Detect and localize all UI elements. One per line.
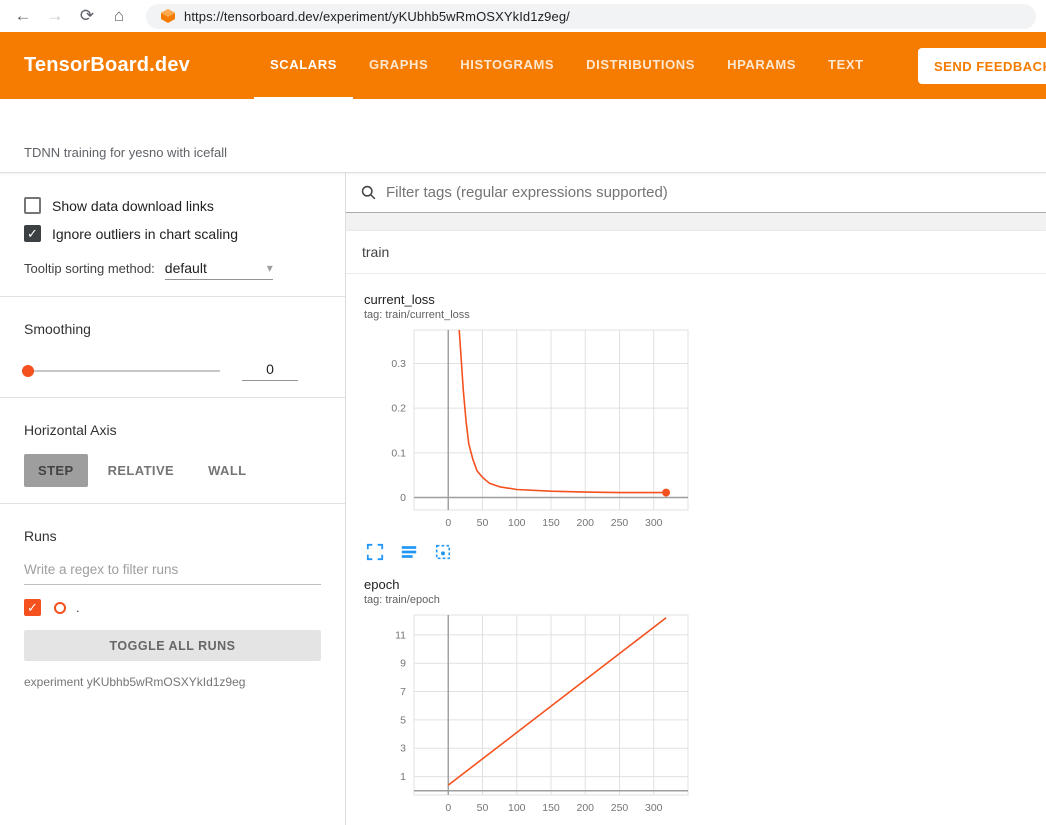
- show-download-links-label: Show data download links: [52, 198, 214, 214]
- search-icon: [360, 184, 377, 201]
- svg-text:150: 150: [542, 517, 560, 529]
- tab-text[interactable]: TEXT: [812, 32, 880, 99]
- svg-text:200: 200: [576, 517, 594, 529]
- charts-grid: current_loss tag: train/current_loss 0 0.…: [346, 274, 1046, 825]
- chart-title: current_loss: [364, 292, 700, 307]
- slider-thumb[interactable]: [22, 365, 34, 377]
- tooltip-sorting-row: Tooltip sorting method: default ▾: [24, 260, 321, 280]
- data-table-icon[interactable]: [400, 543, 418, 561]
- ignore-outliers-label: Ignore outliers in chart scaling: [52, 226, 238, 242]
- run-name: .: [76, 600, 80, 615]
- ignore-outliers-checkbox-row[interactable]: ✓ Ignore outliers in chart scaling: [24, 225, 321, 242]
- tensorboard-favicon: [160, 8, 176, 24]
- url-text: https://tensorboard.dev/experiment/yKUbh…: [184, 9, 570, 24]
- scalars-main-panel: train current_loss tag: train/current_lo…: [346, 173, 1046, 825]
- smoothing-label: Smoothing: [24, 321, 321, 337]
- train-group-card: train current_loss tag: train/current_lo…: [346, 231, 1046, 825]
- divider: [0, 397, 345, 398]
- checkbox-checked-icon[interactable]: ✓: [24, 225, 41, 242]
- experiment-title: TDNN training for yesno with icefall: [24, 145, 227, 160]
- run-color-swatch-icon: [54, 602, 66, 614]
- svg-text:0.3: 0.3: [391, 358, 406, 370]
- run-checkbox-checked-icon[interactable]: ✓: [24, 599, 41, 616]
- svg-text:9: 9: [400, 658, 406, 670]
- chart-actions: [364, 543, 700, 561]
- runs-label: Runs: [24, 528, 321, 544]
- svg-text:1: 1: [400, 771, 406, 783]
- tab-distributions[interactable]: DISTRIBUTIONS: [570, 32, 711, 99]
- nav-tabs: SCALARS GRAPHS HISTOGRAMS DISTRIBUTIONS …: [254, 32, 880, 99]
- smoothing-slider-row: 0: [24, 361, 321, 381]
- svg-text:300: 300: [645, 517, 663, 529]
- forward-icon[interactable]: →: [42, 3, 68, 29]
- svg-text:300: 300: [645, 802, 663, 814]
- expand-chart-icon[interactable]: [366, 543, 384, 561]
- horizontal-axis-label: Horizontal Axis: [24, 422, 321, 438]
- filter-tags-row: [346, 173, 1046, 213]
- axis-relative-button[interactable]: RELATIVE: [94, 454, 189, 487]
- spacer: [346, 213, 1046, 231]
- axis-step-button[interactable]: STEP: [24, 454, 88, 487]
- run-list-item[interactable]: ✓ .: [24, 599, 321, 616]
- svg-text:150: 150: [542, 802, 560, 814]
- chart-tag: tag: train/epoch: [364, 594, 700, 606]
- chart-tag: tag: train/current_loss: [364, 309, 700, 321]
- divider: [0, 296, 345, 297]
- svg-text:3: 3: [400, 743, 406, 755]
- app-header: TensorBoard.dev SCALARS GRAPHS HISTOGRAM…: [0, 32, 1046, 99]
- tooltip-sorting-label: Tooltip sorting method:: [24, 261, 155, 276]
- axis-wall-button[interactable]: WALL: [194, 454, 260, 487]
- horizontal-axis-buttons: STEP RELATIVE WALL: [24, 454, 321, 487]
- line-chart[interactable]: 0 0.1 0.2 0.3 0 50 100 150 200 250 300: [364, 324, 700, 539]
- svg-text:0.2: 0.2: [391, 403, 406, 415]
- chevron-down-icon: ▾: [267, 261, 273, 275]
- svg-text:0: 0: [400, 492, 406, 504]
- svg-text:50: 50: [477, 517, 489, 529]
- tooltip-sorting-value: default: [165, 260, 207, 276]
- settings-sidebar: Show data download links ✓ Ignore outlie…: [0, 173, 346, 825]
- svg-text:11: 11: [395, 629, 406, 641]
- toggle-all-runs-button[interactable]: TOGGLE ALL RUNS: [24, 630, 321, 661]
- browser-chrome: ← → ⟳ ⌂ https://tensorboard.dev/experime…: [0, 0, 1046, 32]
- refresh-icon[interactable]: ⟳: [74, 3, 100, 29]
- svg-text:0.1: 0.1: [391, 447, 406, 459]
- chart-title: epoch: [364, 577, 700, 592]
- brand-logo: TensorBoard.dev: [0, 32, 214, 99]
- chart-card-current-loss: current_loss tag: train/current_loss 0 0.…: [364, 292, 700, 561]
- filter-tags-input[interactable]: [386, 184, 1032, 201]
- svg-text:0: 0: [445, 802, 451, 814]
- address-bar[interactable]: https://tensorboard.dev/experiment/yKUbh…: [146, 4, 1036, 29]
- home-icon[interactable]: ⌂: [106, 3, 132, 29]
- show-download-links-checkbox-row[interactable]: Show data download links: [24, 197, 321, 214]
- chart-card-epoch: epoch tag: train/epoch 1 3 5 7 9 11 0 50 100 150 2…: [364, 577, 700, 825]
- fit-domain-icon[interactable]: [434, 543, 452, 561]
- svg-text:100: 100: [508, 517, 526, 529]
- experiment-id-note: experiment yKUbhb5wRmOSXYkId1z9eg: [24, 675, 321, 689]
- tab-scalars[interactable]: SCALARS: [254, 32, 353, 99]
- checkbox-unchecked-icon[interactable]: [24, 197, 41, 214]
- tooltip-sorting-dropdown[interactable]: default ▾: [165, 260, 273, 280]
- svg-text:200: 200: [576, 802, 594, 814]
- tab-histograms[interactable]: HISTOGRAMS: [444, 32, 570, 99]
- back-icon[interactable]: ←: [10, 3, 36, 29]
- smoothing-slider[interactable]: [24, 370, 220, 372]
- svg-text:5: 5: [400, 714, 406, 726]
- tab-hparams[interactable]: HPARAMS: [711, 32, 812, 99]
- svg-text:100: 100: [508, 802, 526, 814]
- send-feedback-button[interactable]: SEND FEEDBACK: [918, 48, 1046, 84]
- svg-text:50: 50: [477, 802, 489, 814]
- experiment-subheader: TDNN training for yesno with icefall: [0, 99, 1046, 173]
- svg-text:7: 7: [400, 686, 406, 698]
- train-group-header[interactable]: train: [346, 231, 1046, 274]
- runs-regex-input[interactable]: [24, 558, 321, 585]
- smoothing-value-field[interactable]: 0: [242, 361, 298, 381]
- tab-graphs[interactable]: GRAPHS: [353, 32, 444, 99]
- svg-text:250: 250: [611, 517, 629, 529]
- divider: [0, 503, 345, 504]
- svg-text:250: 250: [611, 802, 629, 814]
- line-chart[interactable]: 1 3 5 7 9 11 0 50 100 150 200 250 300: [364, 609, 700, 824]
- svg-text:0: 0: [445, 517, 451, 529]
